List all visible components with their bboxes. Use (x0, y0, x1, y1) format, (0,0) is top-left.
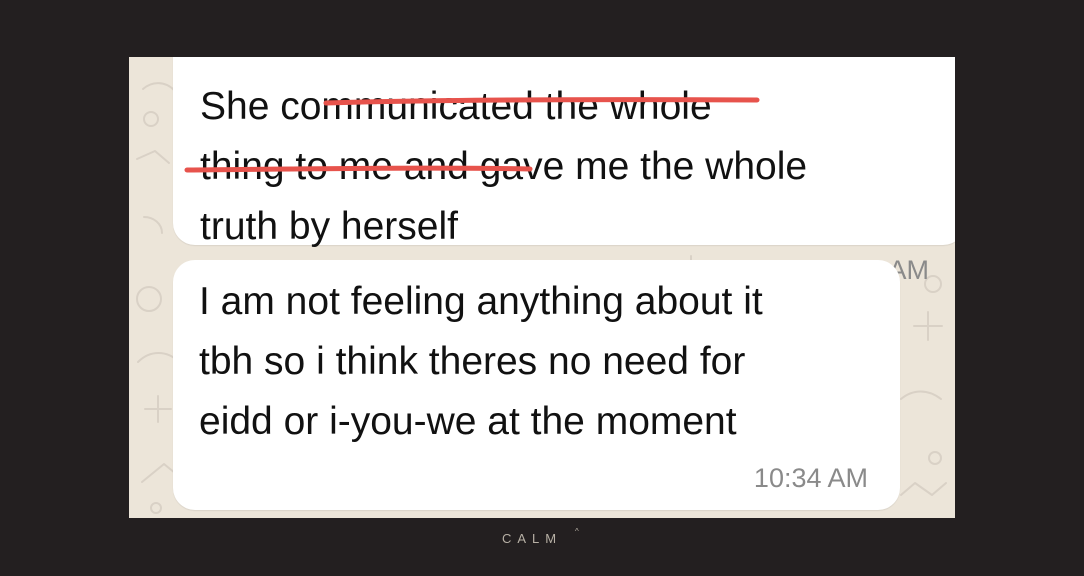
calm-logo-text: CALM (502, 531, 563, 546)
incoming-message-bubble[interactable]: I am not feeling anything about it tbh s… (173, 260, 900, 510)
message-timestamp: 10:34 AM (753, 463, 868, 493)
chat-panel[interactable]: She communicated the whole thing to me a… (129, 57, 955, 518)
message-text: She communicated the whole thing to me a… (200, 85, 808, 248)
incoming-message-bubble[interactable]: She communicated the whole thing to me a… (173, 57, 955, 285)
message-text: I am not feeling anything about it tbh s… (199, 280, 763, 443)
calm-logo-mark: ^ (575, 527, 579, 536)
screenshot-frame: She communicated the whole thing to me a… (0, 0, 1084, 576)
